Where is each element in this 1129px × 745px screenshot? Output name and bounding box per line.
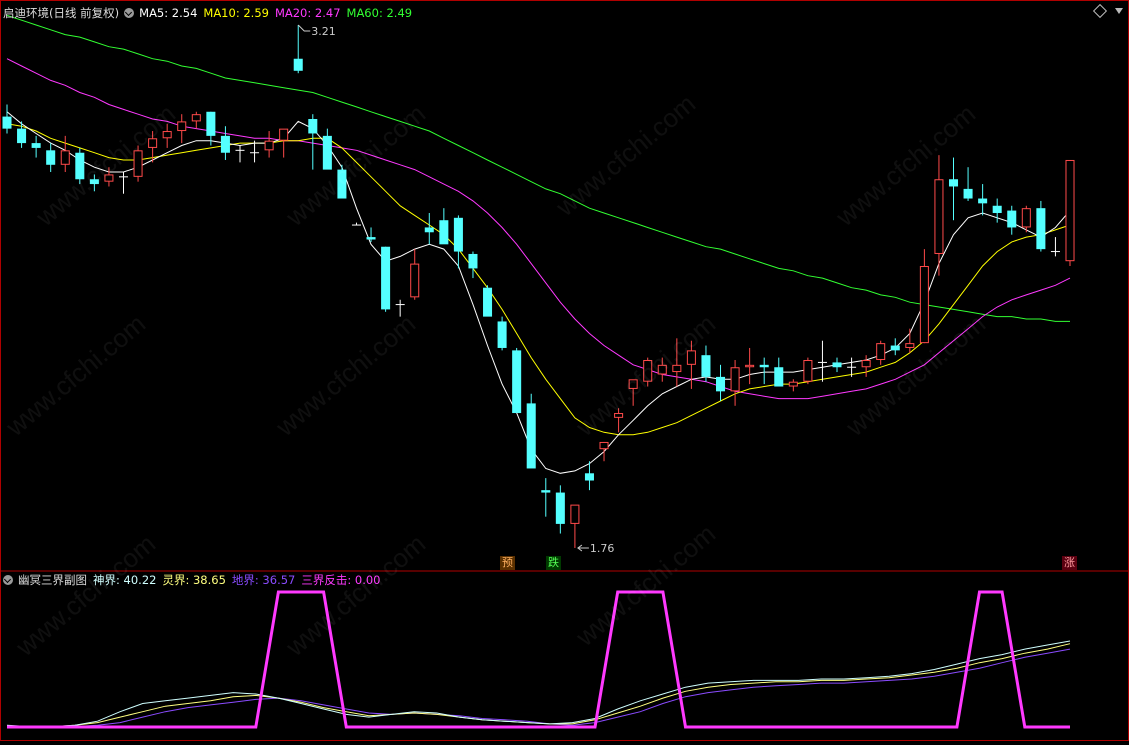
candle-body <box>220 135 230 153</box>
candle-body <box>46 150 56 165</box>
candle-body <box>759 364 769 368</box>
sub-indicator-menu-icon[interactable] <box>3 575 13 585</box>
ma20-value: MA20: 2.47 <box>274 6 341 20</box>
candle-body <box>890 345 900 351</box>
low-price-label: 1.76 <box>590 542 615 555</box>
candle-body <box>599 441 609 450</box>
candle-body <box>745 364 755 368</box>
high-arrow <box>297 24 311 32</box>
candle-body <box>497 321 507 348</box>
candle-body <box>1036 208 1046 250</box>
candle-body <box>322 135 332 170</box>
candle-body <box>31 143 41 148</box>
sub-series-line-0 <box>6 640 1071 728</box>
candle-body <box>60 150 70 165</box>
candle-body <box>366 237 376 240</box>
candle-body <box>308 118 318 134</box>
candle-body <box>876 343 886 361</box>
candle-body <box>453 217 463 252</box>
main-chart-header: 启迪环境(日线 前复权) MA5: 2.54 MA10: 2.59 MA20: 2.4… <box>3 5 418 21</box>
candle-body <box>730 367 740 392</box>
candle-body <box>963 188 973 199</box>
ma60-value: MA60: 2.49 <box>346 6 413 20</box>
candle-body <box>410 263 420 298</box>
signal-down-label: 跌 <box>546 556 561 570</box>
scroll-down-icon[interactable] <box>1115 8 1123 14</box>
candle-body <box>526 403 536 469</box>
candle-body <box>919 266 929 344</box>
candle-body <box>803 360 813 382</box>
candle-body <box>570 504 580 524</box>
candle-body <box>774 367 784 387</box>
ling-value: 灵界: 38.65 <box>162 573 226 587</box>
fanji-line <box>7 590 1070 729</box>
candle-body <box>1021 208 1031 228</box>
candle-body <box>381 246 391 310</box>
candle-body <box>978 198 988 204</box>
candle-body <box>905 343 915 348</box>
candle-body <box>424 227 434 233</box>
candle-body <box>293 58 303 71</box>
candle-body <box>206 111 216 136</box>
candle-body <box>1065 159 1075 262</box>
candle-body <box>948 179 959 187</box>
candle-body <box>264 140 274 151</box>
candle-body <box>541 490 551 493</box>
signal-pre-label: 预 <box>500 556 515 570</box>
candle-body <box>17 128 27 144</box>
candle-body <box>439 220 449 245</box>
candle-body <box>584 473 594 481</box>
candle-body <box>279 128 289 141</box>
sub-chart-header: 幽冥三界副图 神界: 40.22 灵界: 38.65 地界: 36.57 三界反击: 0… <box>3 572 387 588</box>
sub-series-line-1 <box>7 643 1071 728</box>
candle-body <box>701 355 711 377</box>
stock-title: 启迪环境(日线 前复权) <box>3 6 120 20</box>
candle-body <box>992 205 1002 213</box>
candle-body <box>934 179 944 254</box>
candle-body <box>1007 210 1017 228</box>
candle-body <box>832 362 842 368</box>
candle-body <box>468 253 478 269</box>
candle-body <box>788 381 798 387</box>
candle-body <box>512 350 522 414</box>
sub-series-line-2 <box>7 648 1071 729</box>
high-price-label: 3.21 <box>311 25 336 38</box>
indicator-menu-icon[interactable] <box>124 8 135 18</box>
signal-up-label: 涨 <box>1062 556 1077 570</box>
candle-body <box>555 492 565 524</box>
candle-body <box>716 376 726 392</box>
candle-body <box>483 287 493 317</box>
candle-body <box>861 360 871 368</box>
candle-body <box>191 114 201 122</box>
candle-body <box>2 116 12 129</box>
di-value: 地界: 36.57 <box>231 573 296 587</box>
ma5-value: MA5: 2.54 <box>139 6 198 20</box>
ma10-value: MA10: 2.59 <box>203 6 269 20</box>
